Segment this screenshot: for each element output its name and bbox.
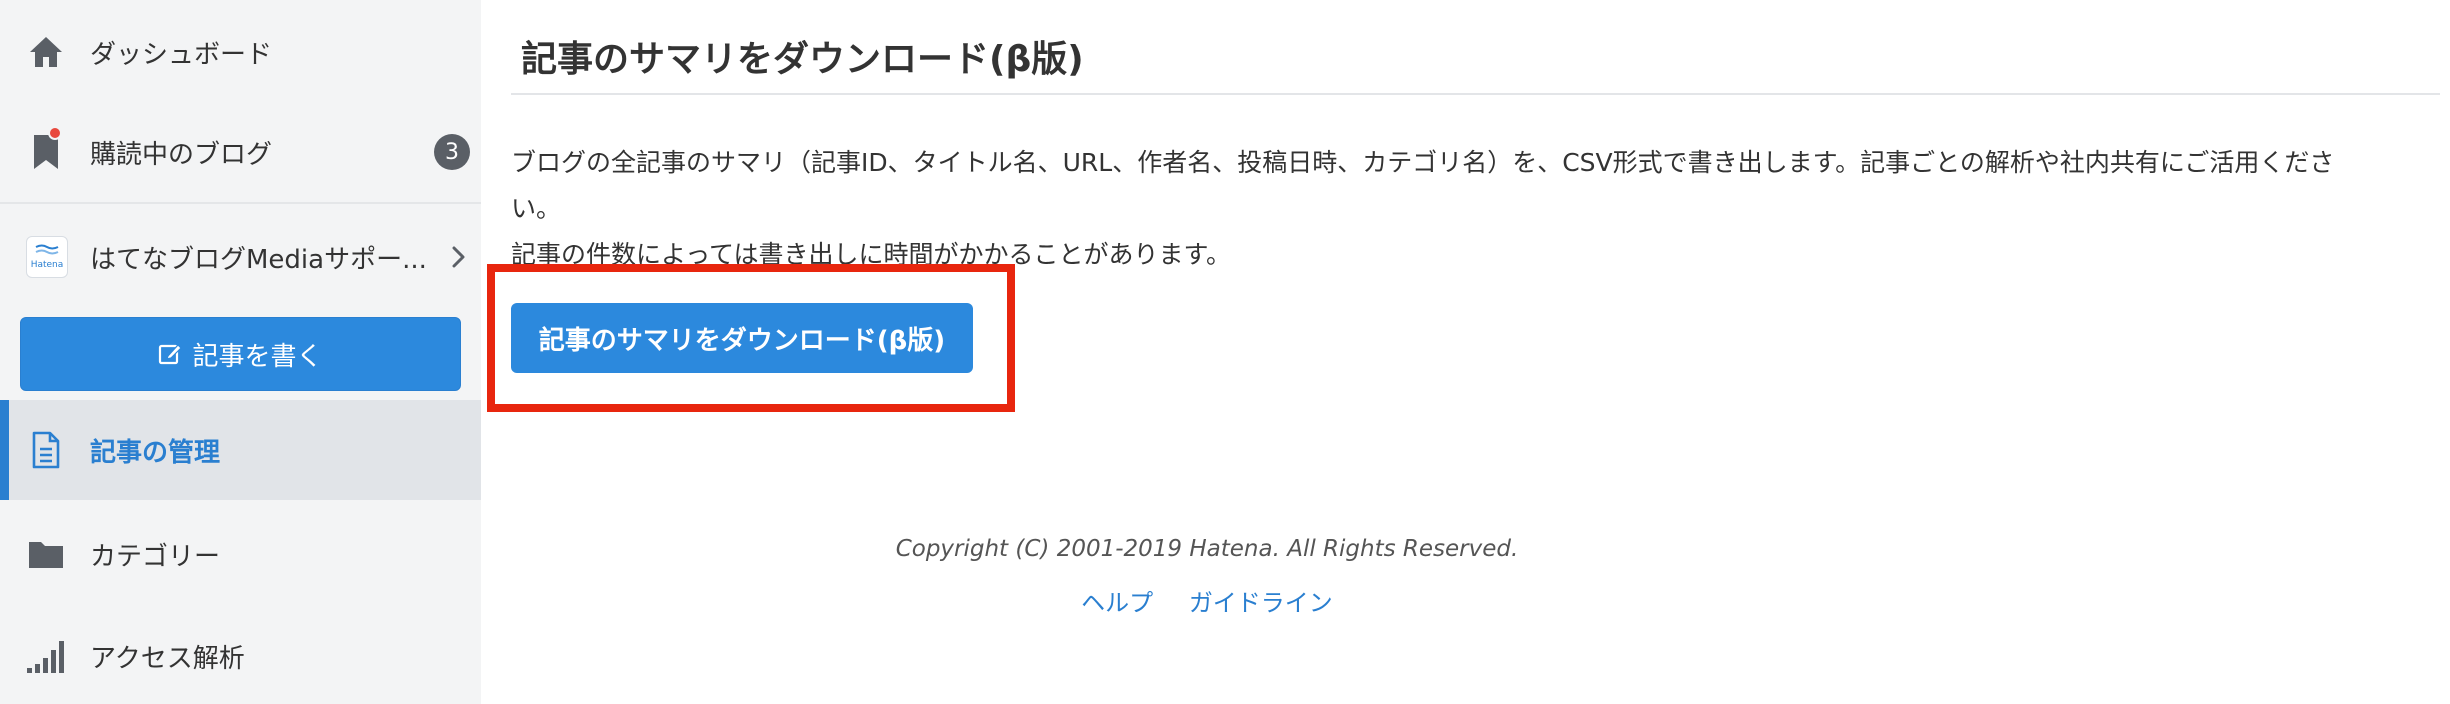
footer-links: ヘルプ ガイドライン — [481, 583, 1933, 618]
title-divider — [511, 93, 2440, 95]
sidebar-item-subscribed-blogs[interactable]: 購読中のブログ 3 — [0, 102, 481, 202]
description: ブログの全記事のサマリ（記事ID、タイトル名、URL、作者名、投稿日時、カテゴリ… — [511, 140, 2436, 278]
description-line: ブログの全記事のサマリ（記事ID、タイトル名、URL、作者名、投稿日時、カテゴリ… — [511, 148, 2335, 177]
app-root: ダッシュボード 購読中のブログ 3 Hatena はてなブログMediaサポー.… — [0, 0, 2450, 704]
chevron-right-icon — [452, 246, 465, 268]
sidebar-item-blog[interactable]: Hatena はてなブログMediaサポー... — [0, 204, 481, 310]
document-icon — [26, 430, 66, 470]
sidebar-item-label: カテゴリー — [90, 541, 221, 572]
sidebar-item-label: 記事の管理 — [90, 437, 221, 468]
hatena-logo-icon: Hatena — [26, 236, 68, 278]
sidebar-item-label: 購読中のブログ — [90, 139, 273, 170]
guidelines-link[interactable]: ガイドライン — [1189, 589, 1333, 617]
unread-count-badge: 3 — [434, 134, 470, 170]
main-content: 記事のサマリをダウンロード(β版) ブログの全記事のサマリ（記事ID、タイトル名… — [481, 0, 2450, 704]
blog-logo-text: Hatena — [30, 260, 64, 270]
write-article-label: 記事を書く — [192, 341, 323, 372]
sidebar: ダッシュボード 購読中のブログ 3 Hatena はてなブログMediaサポー.… — [0, 0, 481, 704]
sidebar-item-label: ダッシュボード — [90, 39, 273, 70]
copyright: Copyright (C) 2001-2019 Hatena. All Righ… — [895, 536, 1519, 562]
home-icon — [26, 32, 66, 72]
bookmark-icon — [26, 132, 66, 172]
description-line: い。 — [511, 194, 562, 223]
active-indicator — [0, 400, 9, 500]
page-title: 記事のサマリをダウンロード(β版) — [521, 39, 1084, 80]
sidebar-item-analytics[interactable]: アクセス解析 — [0, 606, 481, 704]
download-summary-button[interactable]: 記事のサマリをダウンロード(β版) — [511, 303, 973, 373]
sidebar-item-manage-articles[interactable]: 記事の管理 — [0, 400, 481, 500]
help-link[interactable]: ヘルプ — [1081, 589, 1153, 617]
signal-bars-icon — [26, 636, 66, 676]
notification-dot — [48, 126, 62, 140]
sidebar-item-label: アクセス解析 — [90, 643, 245, 674]
folder-icon — [26, 534, 66, 574]
sidebar-item-label: はてなブログMediaサポー... — [90, 244, 427, 275]
sidebar-item-categories[interactable]: カテゴリー — [0, 504, 481, 604]
sidebar-item-dashboard[interactable]: ダッシュボード — [0, 2, 481, 102]
write-article-button[interactable]: 記事を書く — [20, 317, 461, 391]
edit-icon — [159, 344, 183, 365]
